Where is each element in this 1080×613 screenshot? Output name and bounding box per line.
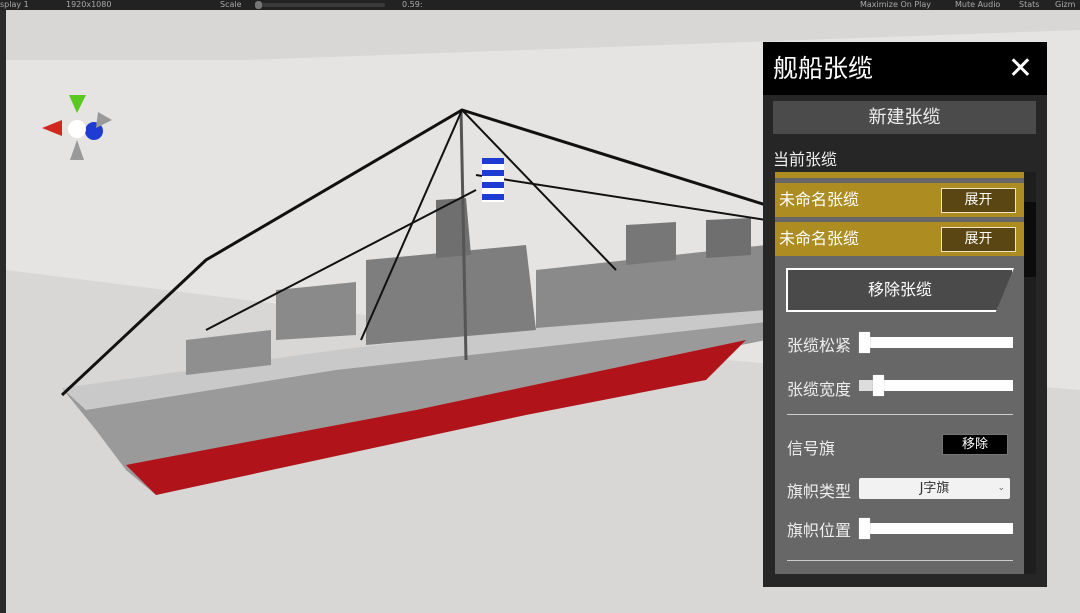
stats-toggle[interactable]: Stats	[1019, 0, 1039, 9]
slider-thumb[interactable]	[859, 332, 870, 353]
gizmos-toggle[interactable]: Gizm	[1055, 0, 1075, 9]
maximize-on-play-toggle[interactable]: Maximize On Play	[860, 0, 931, 9]
scale-slider[interactable]	[255, 1, 385, 9]
cable-width-label: 张缆宽度	[787, 380, 852, 399]
scrollbar-thumb[interactable]	[1024, 202, 1036, 277]
ship-cable-panel: 舰船张缆 ✕ 新建张缆 当前张缆 未命名张缆 展开 未命名张缆 展开 移除张缆 …	[763, 42, 1047, 587]
new-cable-button[interactable]: 新建张缆	[773, 101, 1036, 134]
close-icon[interactable]: ✕	[1008, 42, 1033, 95]
cable-name: 未命名张缆	[779, 190, 860, 209]
signal-flag-label: 信号旗	[787, 439, 836, 458]
flag-position-label: 旗帜位置	[787, 521, 852, 540]
tension-slider[interactable]	[859, 332, 1013, 353]
cable-row-partial	[775, 172, 1024, 178]
mute-audio-toggle[interactable]: Mute Audio	[955, 0, 1000, 9]
slider-thumb[interactable]	[859, 518, 870, 539]
flag-type-label: 旗帜类型	[787, 482, 852, 501]
slider-thumb[interactable]	[873, 375, 885, 396]
cable-name: 未命名张缆	[779, 229, 860, 248]
resolution-select[interactable]: 1920x1080	[66, 0, 111, 9]
scale-label: Scale	[220, 0, 242, 9]
divider	[787, 414, 1013, 415]
chevron-down-icon: ⌄	[997, 483, 1005, 493]
expand-button[interactable]: 展开	[941, 227, 1016, 252]
flag-type-value: J字旗	[919, 481, 950, 496]
cable-width-slider[interactable]	[859, 375, 1013, 396]
flag-type-dropdown[interactable]: J字旗 ⌄	[859, 478, 1010, 499]
panel-header: 舰船张缆 ✕	[763, 42, 1047, 95]
expand-button[interactable]: 展开	[941, 188, 1016, 213]
cable-list-scrollbar[interactable]	[1024, 172, 1036, 574]
scale-slider-thumb[interactable]	[255, 1, 262, 9]
display-select[interactable]: splay 1	[0, 0, 29, 9]
divider	[787, 560, 1013, 561]
tension-label: 张缆松紧	[787, 336, 852, 355]
editor-toolbar: splay 1 1920x1080 Scale 0.59: Maximize O…	[0, 0, 1080, 10]
panel-title: 舰船张缆	[773, 54, 874, 83]
current-cables-label: 当前张缆	[773, 150, 838, 169]
cable-row[interactable]: 未命名张缆 展开	[775, 222, 1024, 256]
flag-position-slider[interactable]	[859, 518, 1013, 539]
remove-cable-button[interactable]: 移除张缆	[786, 268, 1014, 312]
remove-flag-button[interactable]: 移除	[942, 434, 1008, 455]
scale-value: 0.59:	[402, 0, 423, 9]
cable-row[interactable]: 未命名张缆 展开	[775, 183, 1024, 217]
cable-list[interactable]: 未命名张缆 展开 未命名张缆 展开 移除张缆 张缆松紧 张缆宽度 信号旗 移除 …	[775, 172, 1024, 574]
signal-flag-icon	[482, 158, 504, 202]
gizmo-center-icon	[68, 120, 86, 138]
